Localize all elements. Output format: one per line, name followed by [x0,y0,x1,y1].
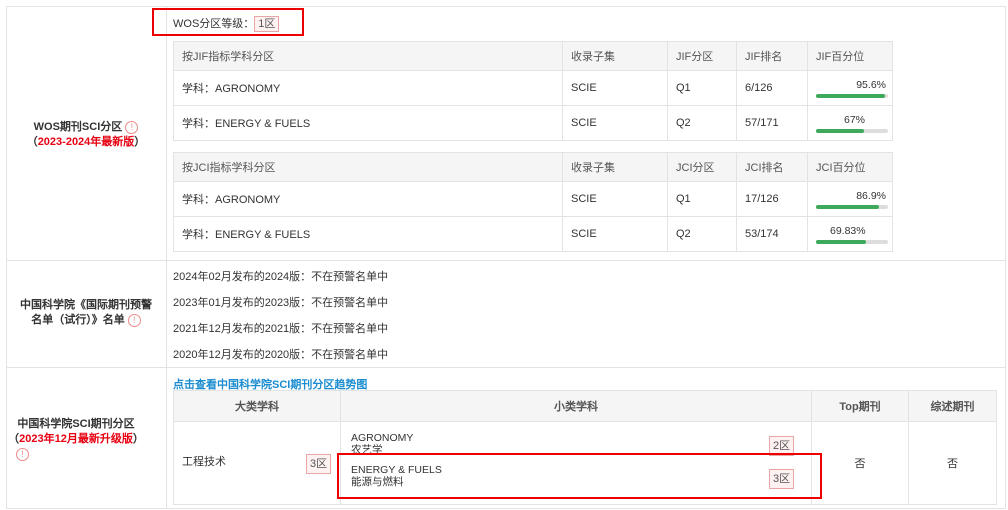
col-header: 按JCI指标学科分区 [173,152,563,182]
cas-label-title: 中国科学院SCI期刊分区 [17,418,135,430]
quartile-cell: Q2 [667,105,737,141]
percentile-value: 69.83% [830,224,866,237]
rank-cell: 6/126 [736,70,808,106]
percentile-cell: 86.9% [807,181,893,217]
rank-cell: 57/171 [736,105,808,141]
subset-cell: SCIE [562,105,668,141]
col-header: JCI百分位 [807,152,893,182]
major-subject-cell: 工程技术 3区 [173,421,341,505]
divider [6,260,1005,261]
table-header-row: 按JIF指标学科分区 收录子集 JIF分区 JIF排名 JIF百分位 [173,41,893,71]
col-header: JIF排名 [736,41,808,71]
subject-cell: 学科：ENERGY & FUELS [173,216,563,252]
percentile-bar [816,128,888,133]
quartile-cell: Q1 [667,181,737,217]
col-header: JIF百分位 [807,41,893,71]
cas-edition-label: 2023年12月最新升级版 [19,433,133,445]
percentile-value: 95.6% [856,78,886,91]
col-header: 综述期刊 [908,390,997,422]
col-header: JCI排名 [736,152,808,182]
percentile-bar [816,93,888,98]
warning-icon[interactable]: ! [125,120,139,134]
paren-close: ） [132,433,144,445]
table-row: 学科：AGRONOMY SCIE Q1 6/126 95.6% [173,70,893,106]
subject-cell: 学科：AGRONOMY [173,181,563,217]
divider [6,6,1005,7]
table-header-row: 大类学科 小类学科 Top期刊 综述期刊 [173,390,997,422]
quartile-cell: Q2 [667,216,737,252]
subject-cell: 学科：AGRONOMY [173,70,563,106]
wos-edition-label: 2023-2024年最新版 [37,136,135,148]
percentile-bar [816,204,888,209]
jif-table: 按JIF指标学科分区 收录子集 JIF分区 JIF排名 JIF百分位 学科：AG… [173,41,893,141]
table-header-row: 按JCI指标学科分区 收录子集 JCI分区 JCI排名 JCI百分位 [173,152,893,182]
paren-open: （ [8,433,20,445]
percentile-fill [816,239,867,244]
warning-list-item: 2021年12月发布的2021版：不在预警名单中 [173,323,389,335]
divider [166,6,167,508]
warning-list-section-label: 中国科学院《国际期刊预警 名单（试行）》名单 ! [6,298,166,328]
percentile-cell: 67% [807,105,893,141]
divider [6,367,1005,368]
col-header: 收录子集 [562,41,668,71]
rank-cell: 17/126 [736,181,808,217]
percentile-fill [816,93,885,98]
rank-cell: 53/174 [736,216,808,252]
paren-close: ） [134,136,146,148]
zone-badge: 3区 [306,454,332,474]
col-header: 大类学科 [173,390,341,422]
major-subject: 工程技术 [182,456,226,468]
percentile-cell: 69.83% [807,216,893,252]
review-journal-cell: 否 [908,421,997,505]
col-header: 收录子集 [562,152,668,182]
warning-icon[interactable]: ! [127,313,141,327]
table-row: 学科：ENERGY & FUELS SCIE Q2 53/174 69.83% [173,216,893,252]
warning-list-item: 2023年01月发布的2023版：不在预警名单中 [173,297,389,309]
percentile-fill [816,128,865,133]
warning-label-line2: 名单（试行）》名单 [31,314,125,326]
warning-label-line1: 中国科学院《国际期刊预警 [20,299,152,311]
warning-icon[interactable]: ! [16,447,29,461]
col-header: JCI分区 [667,152,737,182]
percentile-fill [816,204,879,209]
table-row: 学科：AGRONOMY SCIE Q1 17/126 86.9% [173,181,893,217]
subset-cell: SCIE [562,181,668,217]
subset-cell: SCIE [562,70,668,106]
percentile-cell: 95.6% [807,70,893,106]
col-header: Top期刊 [811,390,909,422]
percentile-value: 67% [844,113,866,126]
subset-cell: SCIE [562,216,668,252]
highlight-box [152,8,304,36]
table-row: 学科：ENERGY & FUELS SCIE Q2 57/171 67% [173,105,893,141]
wos-label-title: WOS期刊SCI分区 [33,121,123,133]
percentile-value: 86.9% [856,189,886,202]
highlight-box [337,453,822,499]
wos-section-label: WOS期刊SCI分区 ! （2023-2024年最新版） [6,120,166,150]
minor-subject-en: AGRONOMY [351,432,414,444]
cas-section-label: 中国科学院SCI期刊分区 （2023年12月最新升级版） ! [6,417,146,462]
warning-list-item: 2024年02月发布的2024版：不在预警名单中 [173,271,389,283]
col-header: 按JIF指标学科分区 [173,41,563,71]
quartile-cell: Q1 [667,70,737,106]
percentile-bar [816,239,888,244]
jci-table: 按JCI指标学科分区 收录子集 JCI分区 JCI排名 JCI百分位 学科：AG… [173,152,893,252]
paren-open: （ [26,136,38,148]
subject-cell: 学科：ENERGY & FUELS [173,105,563,141]
col-header: JIF分区 [667,41,737,71]
top-journal-cell: 否 [811,421,909,505]
col-header: 小类学科 [340,390,812,422]
warning-list-item: 2020年12月发布的2020版：不在预警名单中 [173,349,389,361]
